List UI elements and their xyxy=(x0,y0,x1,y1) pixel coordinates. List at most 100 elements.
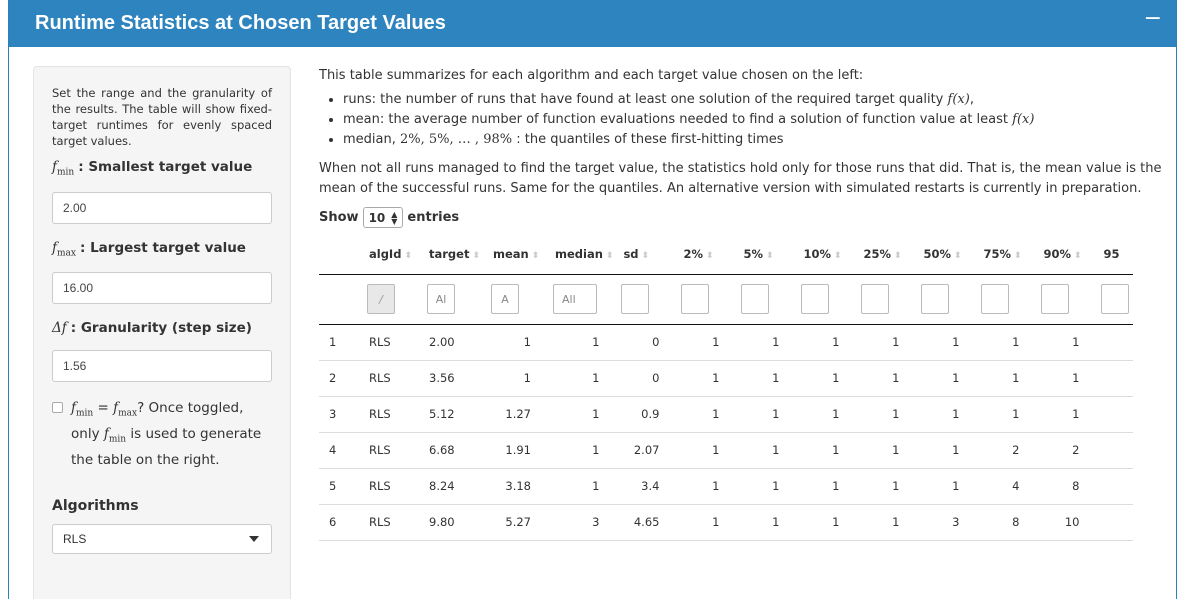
table-cell: 3.4 xyxy=(613,468,674,505)
table-cell: 1 xyxy=(913,396,974,433)
table-cell: 1 xyxy=(853,504,914,541)
fmax-input[interactable] xyxy=(52,272,272,305)
table-cell: RLS xyxy=(359,468,419,505)
filter-input[interactable]: A xyxy=(491,284,519,314)
column-header-25pct[interactable]: 25% ⬍ xyxy=(853,234,914,275)
filter-cell xyxy=(973,274,1034,325)
stat-definitions: runs: the number of runs that have found… xyxy=(319,90,1169,150)
column-header-sd[interactable]: sd ⬍ xyxy=(613,234,674,275)
filter-input[interactable] xyxy=(621,284,650,314)
table-row: 1 RLS 2.00 1 1 0 1 1 1 1 1 1 1 xyxy=(319,324,1134,361)
table-row: 6 RLS 9.80 5.27 3 4.65 1 1 1 1 3 8 10 xyxy=(319,504,1134,541)
filter-input[interactable]: Al xyxy=(427,284,455,314)
filter-input[interactable] xyxy=(861,284,890,314)
sort-icon: ⬍ xyxy=(472,250,481,261)
table-cell: 1 xyxy=(673,468,734,505)
column-header-90pct[interactable]: 90% ⬍ xyxy=(1033,234,1094,275)
table-cell: 1 xyxy=(1033,360,1094,397)
fmin-symbol: fmin xyxy=(52,159,75,178)
table-header-row: algId ⬍ target ⬍ mean ⬍ median ⬍ sd ⬍ 2% ⬍ 5% ⬍ 10% ⬍ 25… xyxy=(319,234,1134,275)
filter-row: / Al A All xyxy=(319,274,1134,325)
table-cell: 8 xyxy=(1033,468,1094,505)
table-cell: 2.07 xyxy=(613,432,674,469)
filter-input[interactable] xyxy=(1101,284,1130,314)
table-cell: RLS xyxy=(359,360,419,397)
statistics-table: algId ⬍ target ⬍ mean ⬍ median ⬍ sd ⬍ 2% ⬍ 5% ⬍ 10% ⬍ 25… xyxy=(319,234,1134,541)
table-cell: 1.27 xyxy=(483,396,545,433)
table-cell: 1 xyxy=(853,432,914,469)
filter-input[interactable] xyxy=(981,284,1010,314)
sidebar: Set the range and the granularity of the… xyxy=(33,66,291,599)
column-header-median[interactable]: median ⬍ xyxy=(545,234,614,275)
table-row: 3 RLS 5.12 1.27 1 0.9 1 1 1 1 1 1 1 xyxy=(319,396,1134,433)
table-cell: 6 xyxy=(319,504,359,541)
bullet-runs: runs: the number of runs that have found… xyxy=(343,90,1169,110)
column-header-5pct[interactable]: 5% ⬍ xyxy=(733,234,794,275)
table-cell: 1 xyxy=(545,360,614,397)
filter-input[interactable]: All xyxy=(553,284,597,314)
main-content: This table summarizes for each algorithm… xyxy=(319,66,1169,541)
table-cell: 1 xyxy=(319,324,359,361)
updown-icon: ▲ ▼ xyxy=(391,209,398,226)
column-header-95[interactable]: 95 xyxy=(1093,234,1134,275)
bullet-mean: mean: the average number of function eva… xyxy=(343,110,1169,130)
table-cell: 9.80 xyxy=(419,504,483,541)
filter-cell xyxy=(613,274,674,325)
column-header-target[interactable]: target ⬍ xyxy=(419,234,483,275)
fmax-symbol: fmax xyxy=(52,239,76,259)
column-header-algId[interactable]: algId ⬍ xyxy=(359,234,419,275)
filter-input[interactable] xyxy=(921,284,950,314)
filter-cell xyxy=(1093,274,1134,325)
sort-icon: ⬍ xyxy=(705,250,714,261)
table-cell: 1 xyxy=(1033,396,1094,433)
table-cell: 1 xyxy=(733,432,794,469)
filter-input[interactable] xyxy=(681,284,710,314)
table-cell: 1 xyxy=(545,396,614,433)
filter-cell xyxy=(853,274,914,325)
column-header-50pct[interactable]: 50% ⬍ xyxy=(913,234,974,275)
filter-input[interactable]: / xyxy=(367,284,395,314)
algorithms-select[interactable]: RLS xyxy=(52,523,272,554)
toggle-checkbox[interactable] xyxy=(52,402,63,414)
table-cell: 0 xyxy=(613,360,674,397)
table-cell: 2.00 xyxy=(419,324,483,361)
entries-select[interactable]: 10 ▲ ▼ xyxy=(362,207,404,228)
table-cell xyxy=(1093,432,1134,469)
table-cell: 1 xyxy=(913,468,974,505)
delta-input[interactable] xyxy=(52,350,272,383)
table-cell: 1 xyxy=(483,324,545,361)
table-cell: 6.68 xyxy=(419,432,483,469)
table-cell: 1 xyxy=(793,360,854,397)
filter-input[interactable] xyxy=(1041,284,1070,314)
table-cell: 10 xyxy=(1033,504,1094,541)
fmin-input[interactable] xyxy=(52,191,272,224)
table-cell: 3 xyxy=(913,504,974,541)
filter-cell: / xyxy=(359,274,419,325)
table-cell: 1 xyxy=(973,324,1034,361)
table-cell: 1 xyxy=(733,360,794,397)
filter-input[interactable] xyxy=(801,284,830,314)
filter-input[interactable] xyxy=(741,284,770,314)
column-header-mean[interactable]: mean ⬍ xyxy=(483,234,545,275)
fmin-equals-fmax-toggle[interactable]: fmin = fmax? Once toggled, only fmin is … xyxy=(52,398,272,469)
table-row: 5 RLS 8.24 3.18 1 3.4 1 1 1 1 1 4 8 xyxy=(319,468,1134,505)
explanation-paragraph: When not all runs managed to find the ta… xyxy=(319,161,1162,196)
panel-header[interactable]: Runtime Statistics at Chosen Target Valu… xyxy=(9,0,1176,47)
table-cell: 1 xyxy=(733,396,794,433)
table-cell xyxy=(1093,396,1134,433)
column-header-2pct[interactable]: 2% ⬍ xyxy=(673,234,734,275)
table-cell: 8.24 xyxy=(419,468,483,505)
collapse-button[interactable]: − xyxy=(1144,7,1162,40)
filter-cell: All xyxy=(545,274,614,325)
filter-cell xyxy=(733,274,794,325)
table-cell: RLS xyxy=(359,432,419,469)
table-cell: 4 xyxy=(319,432,359,469)
table-cell: 1 xyxy=(673,360,734,397)
table-cell: 1 xyxy=(733,468,794,505)
table-cell: 0.9 xyxy=(613,396,674,433)
filter-cell xyxy=(913,274,974,325)
column-header-75pct[interactable]: 75% ⬍ xyxy=(973,234,1034,275)
column-header-10pct[interactable]: 10% ⬍ xyxy=(793,234,854,275)
table-cell: 1 xyxy=(853,396,914,433)
fmin-label-text: : Smallest target value xyxy=(78,159,253,175)
